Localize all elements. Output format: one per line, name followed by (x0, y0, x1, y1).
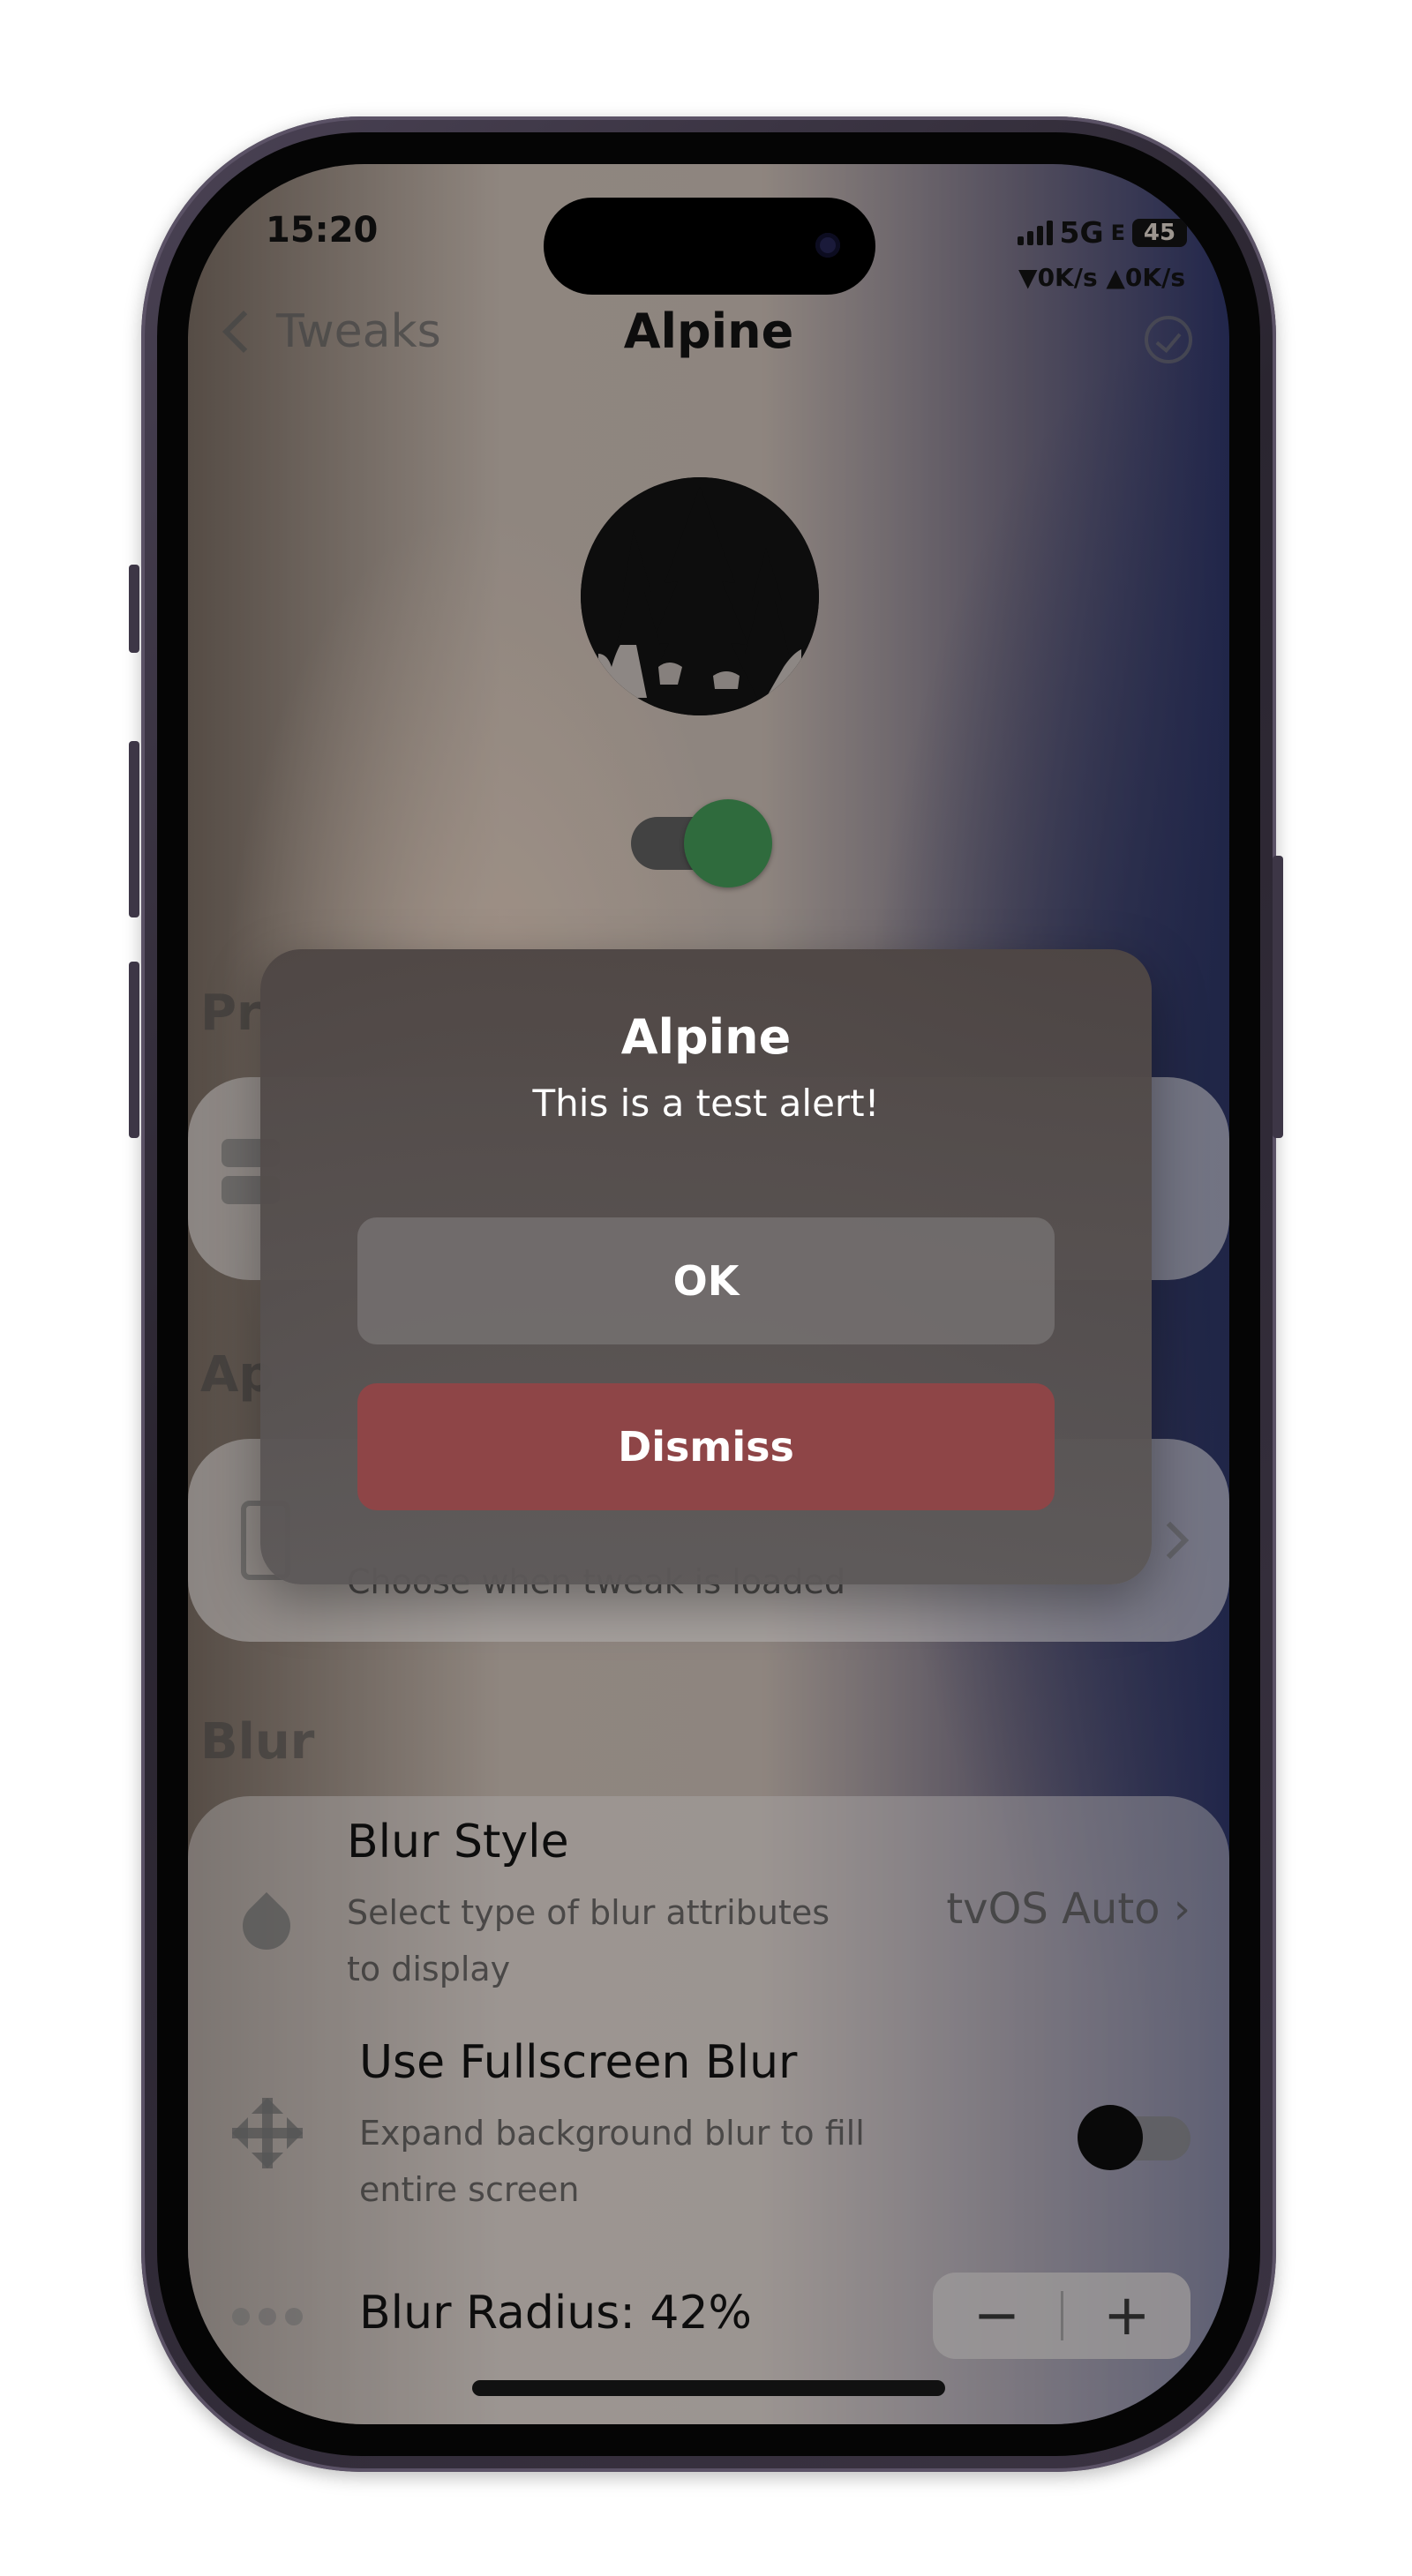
alert-dialog: Alpine This is a test alert! OK Dismiss (260, 949, 1152, 1584)
power-button (1273, 856, 1283, 1138)
home-indicator[interactable] (472, 2380, 945, 2396)
volume-down-button (129, 962, 139, 1138)
camera-icon (815, 233, 840, 258)
dynamic-island (544, 198, 875, 295)
dismiss-button[interactable]: Dismiss (357, 1383, 1055, 1510)
alert-title: Alpine (620, 1009, 792, 1065)
settings-page: 15:20 5G E 45 ▼0K/s ▲0K/s Tweaks Alpine (188, 164, 1229, 2424)
action-button (129, 565, 139, 653)
screen: 15:20 5G E 45 ▼0K/s ▲0K/s Tweaks Alpine (188, 164, 1229, 2424)
alert-message: This is a test alert! (532, 1082, 880, 1125)
ok-button[interactable]: OK (357, 1217, 1055, 1344)
volume-up-button (129, 741, 139, 917)
